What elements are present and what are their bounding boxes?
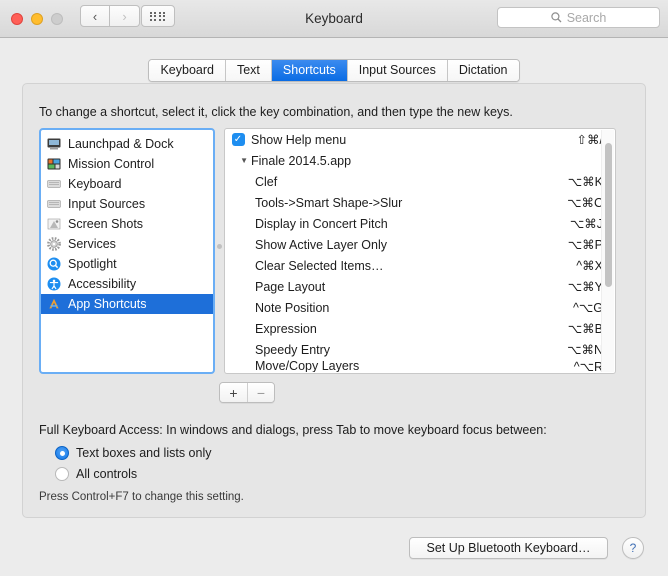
sidebar-item-spotlight[interactable]: Spotlight [41,254,213,274]
full-keyboard-access-note: Press Control+F7 to change this setting. [39,491,244,503]
search-placeholder: Search [566,10,607,25]
shortcut-label: Show Active Layer Only [255,237,388,252]
tab-text[interactable]: Text [224,60,271,81]
shortcut-key[interactable]: ⌥⌘P [568,237,603,252]
shortcut-key[interactable]: ⌥⌘C [567,195,603,210]
sidebar-item-label: App Shortcuts [68,297,147,311]
shortcut-label: Tools->Smart Shape->Slur [255,195,403,210]
table-row[interactable]: Speedy Entry ⌥⌘N [225,339,615,360]
sidebar-item-mission-control[interactable]: Mission Control [41,154,213,174]
display-icon [47,138,61,150]
radio-button-unselected[interactable] [55,467,69,481]
tab-input-sources[interactable]: Input Sources [346,60,447,81]
shortcut-key[interactable]: ^⌥R [574,360,603,372]
shortcut-key[interactable]: ⌥⌘Y [568,279,603,294]
scrollbar-thumb[interactable] [605,143,612,287]
lists-container: Launchpad & Dock Mission Control Keyboar… [39,128,616,374]
keyboard-icon [47,200,61,208]
tab-group: Keyboard Text Shortcuts Input Sources Di… [148,59,520,82]
shortcut-label: Page Layout [255,279,326,294]
table-row[interactable]: Expression ⌥⌘B [225,318,615,339]
table-row[interactable]: Tools->Smart Shape->Slur ⌥⌘C [225,192,615,213]
table-row[interactable]: Display in Concert Pitch ⌥⌘J [225,213,615,234]
radio-option-text-boxes[interactable]: Text boxes and lists only [55,446,212,460]
sidebar-item-input-sources[interactable]: Input Sources [41,194,213,214]
titlebar: ‹ › Keyboard Search [0,0,668,38]
accessibility-icon [47,277,61,291]
shortcut-key[interactable]: ^⌘X [576,258,603,273]
table-row[interactable]: Clear Selected Items… ^⌘X [225,255,615,276]
table-row[interactable]: Clef ⌥⌘K [225,171,615,192]
full-keyboard-access-title: Full Keyboard Access: In windows and dia… [39,423,547,437]
radio-label: Text boxes and lists only [76,446,212,460]
table-row[interactable]: Move/Copy Layers ^⌥R [225,360,615,372]
shortcut-label: Clef [255,174,278,189]
tab-shortcuts[interactable]: Shortcuts [270,60,347,81]
tab-bar: Keyboard Text Shortcuts Input Sources Di… [0,59,668,82]
set-up-bluetooth-keyboard-button[interactable]: Set Up Bluetooth Keyboard… [409,537,608,559]
sidebar-item-screen-shots[interactable]: Screen Shots [41,214,213,234]
shortcut-key[interactable]: ^⌥G [573,300,603,315]
sidebar-item-label: Mission Control [68,157,155,171]
keyboard-icon [47,180,61,188]
add-shortcut-button[interactable]: + [220,383,247,402]
sidebar-item-services[interactable]: Services [41,234,213,254]
search-field[interactable]: Search [497,7,660,28]
sidebar-item-keyboard[interactable]: Keyboard [41,174,213,194]
category-list[interactable]: Launchpad & Dock Mission Control Keyboar… [39,128,215,374]
tab-dictation[interactable]: Dictation [446,60,519,81]
table-row[interactable]: Page Layout ⌥⌘Y [225,276,615,297]
table-row-group[interactable]: ▼ Finale 2014.5.app [225,150,615,171]
shortcut-checkbox[interactable]: ✓ [225,133,251,146]
sidebar-item-label: Launchpad & Dock [68,137,174,151]
sidebar-item-label: Spotlight [68,257,117,271]
screenshot-icon [47,218,61,230]
sidebar-item-app-shortcuts[interactable]: App Shortcuts [41,294,213,314]
shortcut-label: Display in Concert Pitch [255,216,388,231]
add-remove-buttons: + − [219,382,275,403]
sidebar-item-label: Services [68,237,116,251]
sidebar-item-label: Accessibility [68,277,137,291]
disclosure-triangle-icon[interactable]: ▼ [225,156,251,165]
shortcut-key[interactable]: ⌥⌘N [567,342,603,357]
radio-label: All controls [76,467,138,481]
scrollbar[interactable] [601,130,614,372]
table-row[interactable]: Note Position ^⌥G [225,297,615,318]
shortcut-key[interactable]: ⇧⌘/ [577,132,603,147]
shortcut-list[interactable]: ✓ Show Help menu ⇧⌘/ ▼ Finale 2014.5.app… [224,128,616,374]
shortcut-label: Note Position [255,300,330,315]
splitter-grip-icon [217,244,222,249]
shortcut-label: Speedy Entry [255,342,331,357]
search-icon [550,12,562,23]
shortcut-label: Move/Copy Layers [255,360,360,372]
shortcuts-panel: To change a shortcut, select it, click t… [22,83,646,518]
sidebar-item-label: Screen Shots [68,217,144,231]
gear-icon [47,237,61,251]
table-row[interactable]: Show Active Layer Only ⌥⌘P [225,234,615,255]
list-splitter[interactable] [215,128,224,374]
radio-option-all-controls[interactable]: All controls [55,467,137,481]
sidebar-item-launchpad-dock[interactable]: Launchpad & Dock [41,134,213,154]
sidebar-item-accessibility[interactable]: Accessibility [41,274,213,294]
spotlight-icon [47,257,61,271]
shortcut-key[interactable]: ⌥⌘K [568,174,603,189]
sidebar-item-label: Input Sources [68,197,146,211]
instruction-text: To change a shortcut, select it, click t… [39,105,513,119]
help-button[interactable]: ? [622,537,644,559]
shortcut-key[interactable]: ⌥⌘J [570,216,603,231]
mission-control-icon [47,158,61,170]
shortcut-label: Show Help menu [251,132,347,147]
table-row[interactable]: ✓ Show Help menu ⇧⌘/ [225,129,615,150]
remove-shortcut-button[interactable]: − [247,383,274,402]
shortcut-label: Expression [255,321,317,336]
shortcut-key[interactable]: ⌥⌘B [568,321,603,336]
keyboard-preferences-window: ‹ › Keyboard Search Keyboard Text Shortc… [0,0,668,576]
shortcut-label: Clear Selected Items… [255,258,384,273]
group-label: Finale 2014.5.app [251,153,352,168]
launchpad-icon [49,298,59,309]
sidebar-item-label: Keyboard [68,177,122,191]
radio-button-selected[interactable] [55,446,69,460]
checkbox-checked-icon: ✓ [231,133,245,146]
tab-keyboard[interactable]: Keyboard [149,60,225,81]
